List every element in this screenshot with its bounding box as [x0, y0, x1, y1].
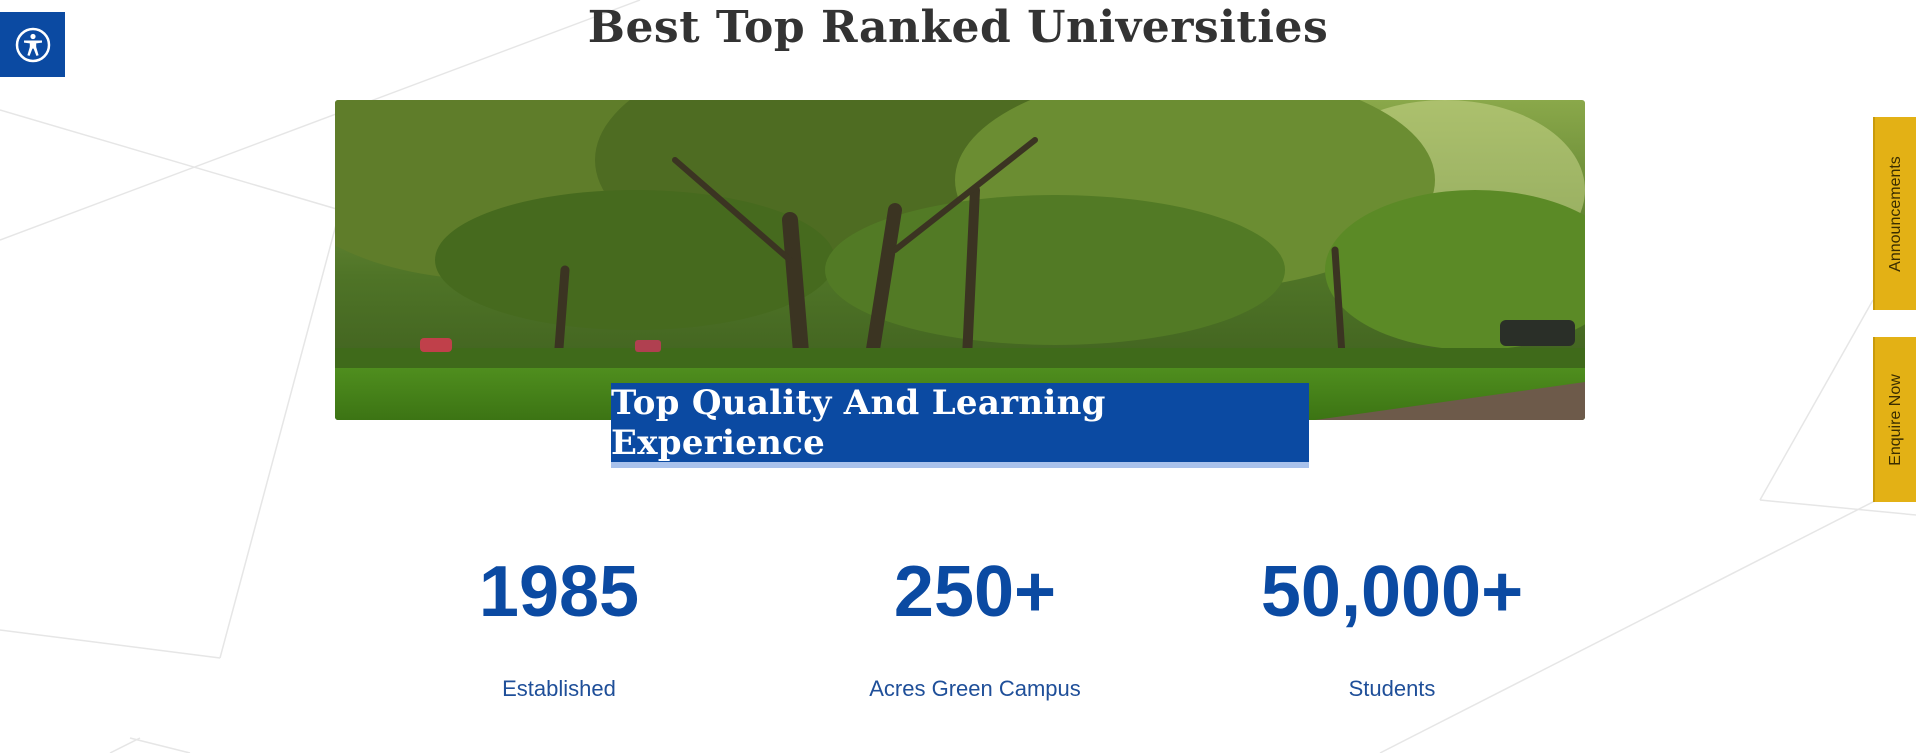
stat-value: 250+ — [893, 552, 1057, 632]
page: Best Top Ranked Universities Top Quality… — [0, 0, 1916, 753]
stat-students: 50,000+ Students — [1182, 556, 1602, 702]
stat-label: Students — [1348, 676, 1436, 701]
campus-hero-image — [335, 100, 1585, 420]
enquire-now-tab[interactable]: Enquire Now — [1873, 337, 1916, 502]
stat-label: Acres Green Campus — [869, 676, 1081, 701]
stat-label: Established — [502, 676, 616, 701]
announcements-tab-label: Announcements — [1886, 155, 1904, 272]
section-title: Best Top Ranked Universities — [587, 2, 1329, 53]
stat-campus-acres: 250+ Acres Green Campus — [765, 556, 1185, 702]
hero-caption: Top Quality And Learning Experience — [611, 383, 1309, 468]
stat-established: 1985 Established — [349, 556, 769, 702]
stat-value: 1985 — [478, 552, 640, 632]
hero-caption-text: Top Quality And Learning Experience — [611, 382, 1106, 463]
enquire-now-tab-label: Enquire Now — [1886, 373, 1904, 466]
stat-value: 50,000+ — [1260, 552, 1524, 632]
announcements-tab[interactable]: Announcements — [1873, 117, 1916, 310]
